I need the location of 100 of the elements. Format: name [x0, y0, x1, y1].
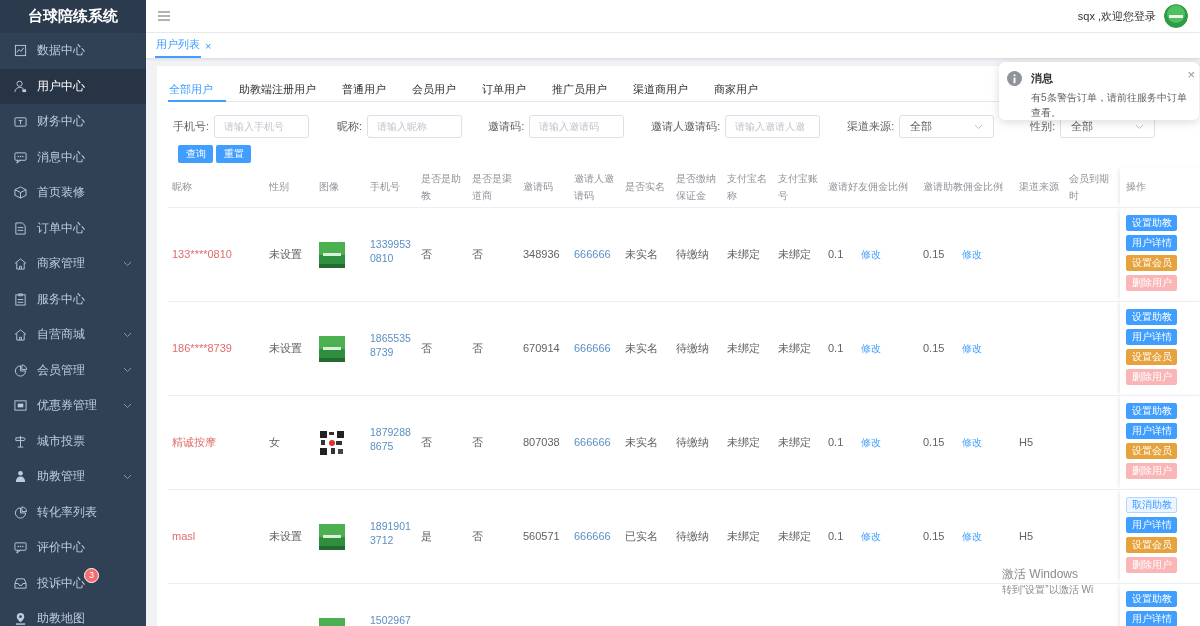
chat-icon [14, 541, 27, 555]
action-button[interactable]: 设置会员 [1126, 442, 1177, 459]
sidebar-item[interactable]: 优惠券管理 [0, 388, 146, 424]
table-cell: 0.15 [923, 435, 945, 448]
column-header: 是否是助教 [417, 167, 468, 207]
table-cell: 否 [421, 435, 432, 448]
field-label: 邀请人邀请码: [651, 119, 721, 134]
table-cell: 未绑定 [727, 529, 760, 542]
user-tab[interactable]: 全部用户 [168, 78, 226, 102]
edit-link[interactable]: 修改 [962, 530, 983, 542]
action-button[interactable]: 设置会员 [1126, 348, 1177, 365]
edit-link[interactable]: 修改 [861, 248, 882, 260]
action-button[interactable]: 用户详情 [1126, 234, 1177, 251]
action-button[interactable]: 用户详情 [1126, 328, 1177, 345]
action-button[interactable]: 用户详情 [1126, 610, 1177, 626]
table-cell: 未设置 [269, 341, 302, 354]
edit-link[interactable]: 修改 [962, 342, 983, 354]
sidebar-item[interactable]: 自营商城 [0, 317, 146, 353]
chevron-down-icon [123, 331, 132, 338]
action-button[interactable]: 用户详情 [1126, 516, 1177, 533]
phone-link[interactable]: 18655358739 [370, 330, 413, 359]
sidebar-item[interactable]: 转化率列表 [0, 494, 146, 530]
user-tab[interactable]: 助教端注册用户 [238, 78, 329, 102]
wallet-icon [14, 115, 27, 129]
edit-link[interactable]: 修改 [861, 342, 882, 354]
invite-code-link[interactable]: 666666 [574, 247, 611, 260]
sidebar-item[interactable]: 会员管理 [0, 352, 146, 388]
sidebar-item[interactable]: 首页装修 [0, 175, 146, 211]
table-cell: H5 [1019, 529, 1034, 542]
activation-title: 激活 Windows [1002, 566, 1078, 583]
sidebar-item[interactable]: 订单中心 [0, 210, 146, 246]
action-button[interactable]: 设置助教 [1126, 590, 1177, 607]
invite-code-link[interactable]: 666666 [574, 435, 611, 448]
column-header: 是否是渠道商 [468, 167, 519, 207]
invite-code-link[interactable]: 666666 [574, 529, 611, 542]
field-label: 昵称: [337, 119, 363, 134]
user-tab[interactable]: 渠道商用户 [632, 78, 701, 102]
nickname-link[interactable]: masl [172, 529, 196, 542]
sidebar-item[interactable]: 评价中心 [0, 530, 146, 566]
user-tab[interactable]: 商家用户 [713, 78, 771, 102]
edit-link[interactable]: 修改 [861, 530, 882, 542]
table-cell: 未绑定 [778, 529, 811, 542]
table-cell: 未设置 [269, 247, 302, 260]
action-button[interactable]: 设置助教 [1126, 402, 1177, 419]
dropdown[interactable]: 全部 [899, 115, 995, 138]
user-tab[interactable]: 推广员用户 [551, 78, 620, 102]
user-tab[interactable]: 会员用户 [411, 78, 469, 102]
user-icon [14, 79, 27, 93]
phone-link[interactable]: 1502967 [370, 612, 413, 626]
table-cell: 否 [421, 247, 432, 260]
invite-code-link[interactable]: 666666 [574, 341, 611, 354]
sidebar-item[interactable]: 助教管理 [0, 459, 146, 495]
ticket-icon [14, 399, 27, 413]
reset-button[interactable]: 重置 [216, 145, 251, 163]
sidebar-item[interactable]: 用户中心 [0, 68, 146, 104]
column-header: 支付宝账号 [774, 167, 824, 207]
sidebar-item[interactable]: 消息中心 [0, 139, 146, 175]
nickname-link[interactable]: 133****0810 [172, 247, 232, 260]
close-icon[interactable]: × [205, 39, 212, 52]
phone-link[interactable]: 13399530810 [370, 236, 413, 265]
user-tab[interactable]: 订单用户 [481, 78, 539, 102]
signpost-icon [14, 434, 27, 448]
sidebar-item[interactable]: 商家管理 [0, 246, 146, 282]
menu-icon[interactable] [158, 11, 170, 21]
action-button[interactable]: 取消助教 [1126, 496, 1177, 513]
chart-icon [14, 44, 27, 58]
close-icon[interactable]: × [1187, 67, 1195, 82]
activation-hint: 转到“设置”以激活 Wi [1002, 583, 1094, 597]
nickname-link[interactable]: 精诚按摩 [172, 435, 216, 448]
table-cell: 560571 [523, 529, 560, 542]
sidebar-item[interactable]: 数据中心 [0, 33, 146, 69]
column-header: 操作 [1120, 167, 1200, 207]
user-tab[interactable]: 普通用户 [341, 78, 399, 102]
clipboard-icon [14, 292, 27, 306]
action-button[interactable]: 设置会员 [1126, 254, 1177, 271]
action-button[interactable]: 用户详情 [1126, 422, 1177, 439]
person-icon [14, 470, 27, 484]
page-tab[interactable]: 用户列表 [155, 33, 201, 58]
sidebar-item[interactable]: 城市投票 [0, 423, 146, 459]
action-button[interactable]: 设置助教 [1126, 308, 1177, 325]
inbox-icon [14, 576, 27, 590]
table-cell: 待缴纳 [676, 247, 709, 260]
phone-link[interactable]: 18919013712 [370, 518, 413, 547]
phone-link[interactable]: 18792888675 [370, 424, 413, 453]
sidebar-item[interactable]: 财务中心 [0, 104, 146, 140]
table-cell: 否 [472, 529, 483, 542]
edit-link[interactable]: 修改 [861, 436, 882, 448]
action-button[interactable]: 设置助教 [1126, 214, 1177, 231]
table-cell: 0.15 [923, 341, 945, 354]
search-button[interactable]: 查询 [178, 145, 213, 163]
sidebar-item[interactable]: 服务中心 [0, 281, 146, 317]
nickname-link[interactable]: 186****8739 [172, 341, 232, 354]
edit-link[interactable]: 修改 [962, 436, 983, 448]
sidebar-item[interactable]: 助教地图 [0, 601, 146, 626]
sidebar-item[interactable]: 投诉中心 3 [0, 565, 146, 601]
chat-icon [14, 150, 27, 164]
column-header: 支付宝名称 [723, 167, 774, 207]
action-button[interactable]: 设置会员 [1126, 536, 1177, 553]
column-header: 邀请好友佣金比例 [824, 167, 919, 207]
edit-link[interactable]: 修改 [962, 248, 983, 260]
